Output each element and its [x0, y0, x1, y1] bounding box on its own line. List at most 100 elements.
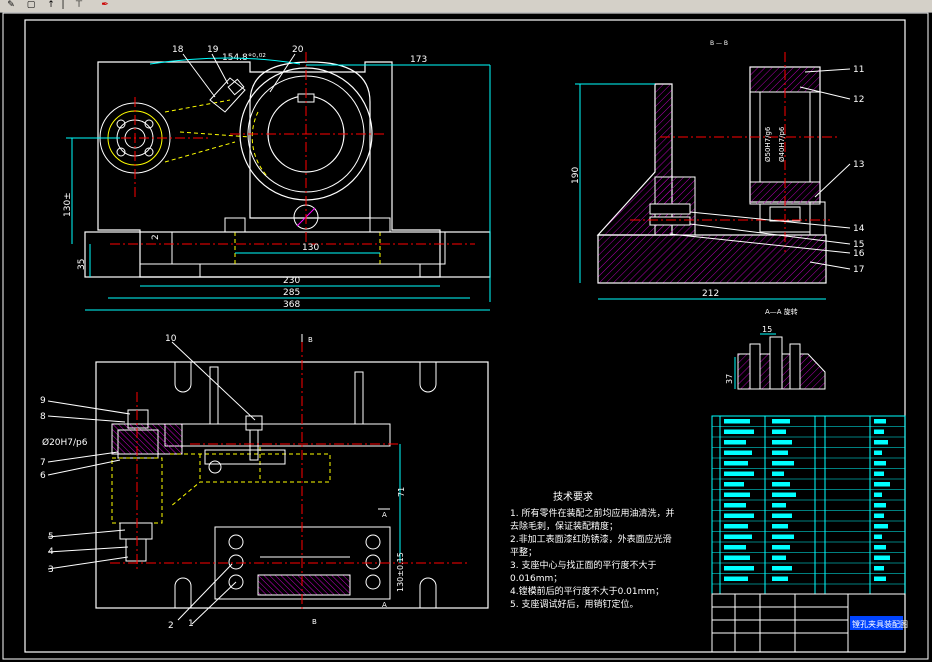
drawing-title: 镗孔夹具装配图	[852, 619, 908, 629]
dim-15: 15	[762, 325, 772, 334]
draw-icon[interactable]: ✎	[2, 0, 20, 11]
parts-cell-mark	[724, 534, 752, 539]
parts-cell-mark	[724, 524, 748, 529]
parts-cell-mark	[724, 461, 748, 466]
mark-b-bottom: B	[312, 618, 317, 626]
parts-cell-mark	[724, 576, 748, 581]
dim-130-vertical: 130±	[63, 192, 73, 217]
label-13: 13	[853, 160, 864, 170]
label-8: 8	[40, 412, 46, 422]
label-11: 11	[853, 65, 864, 75]
label-18: 18	[172, 45, 184, 55]
drawing-canvas: 173 230 285 368 130 130± 35 2 154.8°⁰·⁰²…	[0, 12, 932, 662]
parts-cell-mark	[724, 513, 754, 518]
note-line-4: 平整；	[510, 546, 537, 558]
fit-20: Ø20H7/p6	[42, 437, 88, 448]
parts-cell-mark	[874, 566, 884, 571]
note-line-6: 0.016mm；	[510, 574, 562, 584]
tool-icon[interactable]: ⊤	[70, 0, 88, 11]
parts-cell-mark	[772, 429, 786, 434]
parts-cell-mark	[724, 482, 744, 487]
shape-icon[interactable]: ▢	[22, 0, 40, 11]
dim-71: 71	[397, 487, 406, 497]
note-line-1: 1. 所有零件在装配之前均应用油清洗，并	[510, 507, 674, 519]
parts-cell-mark	[874, 576, 886, 581]
parts-cell-mark	[772, 576, 788, 581]
technical-notes: 技术要求 1. 所有零件在装配之前均应用油清洗，并 去除毛刺，保证装配精度； 2…	[510, 490, 674, 610]
parts-cell-mark	[772, 419, 790, 424]
parts-cell-mark	[874, 440, 888, 445]
parts-list	[711, 415, 906, 595]
section-aa-title: A—A 旋转	[765, 307, 798, 316]
dim-37: 37	[725, 374, 734, 384]
parts-cell-mark	[874, 461, 886, 466]
parts-cell-mark	[772, 513, 792, 518]
parts-cell-mark	[772, 503, 786, 508]
section-bb-title: B — B	[710, 40, 728, 47]
section-aa: A—A 旋转 15 37	[725, 307, 826, 390]
parts-cell-mark	[724, 471, 754, 476]
parts-cell-mark	[874, 471, 884, 476]
mark-a-bottom: A	[382, 601, 387, 609]
plan-view: B B A A 71 130±0.15 Ø20H7/p6 10 9 8 7 6	[40, 334, 489, 631]
parts-cell-mark	[724, 440, 746, 445]
label-4: 4	[48, 547, 54, 557]
side-view-section-bb: B — B Ø50H7/g6 Ø40H7/p6 190 212 11 12 13…	[571, 40, 865, 300]
parts-cell-mark	[874, 419, 886, 424]
dim-35: 35	[77, 259, 87, 270]
parts-cell-mark	[772, 566, 792, 571]
dim-212: 212	[702, 289, 719, 299]
note-line-3: 2.非加工表面漆红防锈漆，外表面应光滑	[510, 533, 672, 545]
parts-cell-mark	[874, 503, 886, 508]
dim-130-tol: 130±0.15	[396, 552, 405, 592]
fit-40: Ø40H7/p6	[778, 126, 786, 162]
parts-cell-mark	[724, 450, 752, 455]
parts-cell-mark	[772, 461, 794, 466]
parts-cell-mark	[772, 545, 790, 550]
arrow-up-icon[interactable]: ↑	[42, 0, 60, 11]
parts-cell-mark	[874, 450, 882, 455]
note-line-5: 3. 支座中心与找正面的平行度不大于	[510, 559, 656, 571]
label-17: 17	[853, 265, 864, 275]
label-7: 7	[40, 458, 46, 468]
parts-cell-mark	[874, 524, 888, 529]
separator-icon: |	[61, 0, 65, 10]
parts-cell-mark	[724, 492, 750, 497]
label-19: 19	[207, 45, 219, 55]
parts-cell-mark	[772, 440, 792, 445]
front-view-dimensions: 173 230 285 368 130 130± 35 2 154.8°⁰·⁰²…	[63, 45, 491, 311]
mark-a-top: A	[382, 511, 387, 519]
parts-cell-mark	[874, 534, 882, 539]
dim-173: 173	[410, 55, 427, 65]
front-view	[84, 52, 491, 278]
label-12: 12	[853, 95, 864, 105]
dim-368: 368	[283, 300, 300, 310]
parts-cell-mark	[772, 492, 796, 497]
dim-130: 130	[302, 243, 319, 253]
parts-cell-mark	[724, 429, 754, 434]
label-2: 2	[168, 621, 174, 631]
dim-285: 285	[283, 288, 300, 298]
parts-cell-mark	[724, 503, 746, 508]
parts-cell-mark	[772, 524, 788, 529]
label-1: 1	[188, 619, 194, 629]
mark-b-top: B	[308, 336, 313, 344]
cad-drawing: 173 230 285 368 130 130± 35 2 154.8°⁰·⁰²…	[2, 12, 929, 660]
fit-50: Ø50H7/g6	[764, 126, 772, 162]
pen-icon[interactable]: ✒	[96, 0, 114, 11]
label-6: 6	[40, 471, 46, 481]
note-line-7: 4.镗模前后的平行度不大于0.01mm；	[510, 585, 664, 597]
parts-cell-mark	[724, 545, 746, 550]
label-16: 16	[853, 249, 865, 259]
parts-cell-mark	[874, 482, 890, 487]
parts-cell-mark	[772, 534, 794, 539]
note-line-2: 去除毛刺，保证装配精度；	[510, 520, 618, 532]
parts-cell-mark	[724, 566, 754, 571]
parts-cell-mark	[874, 545, 886, 550]
parts-cell-mark	[874, 492, 882, 497]
label-9: 9	[40, 396, 46, 406]
label-3: 3	[48, 565, 54, 575]
label-20: 20	[292, 45, 304, 55]
note-line-8: 5. 支座调试好后，用销钉定位。	[510, 598, 638, 610]
dim-230: 230	[283, 276, 300, 286]
